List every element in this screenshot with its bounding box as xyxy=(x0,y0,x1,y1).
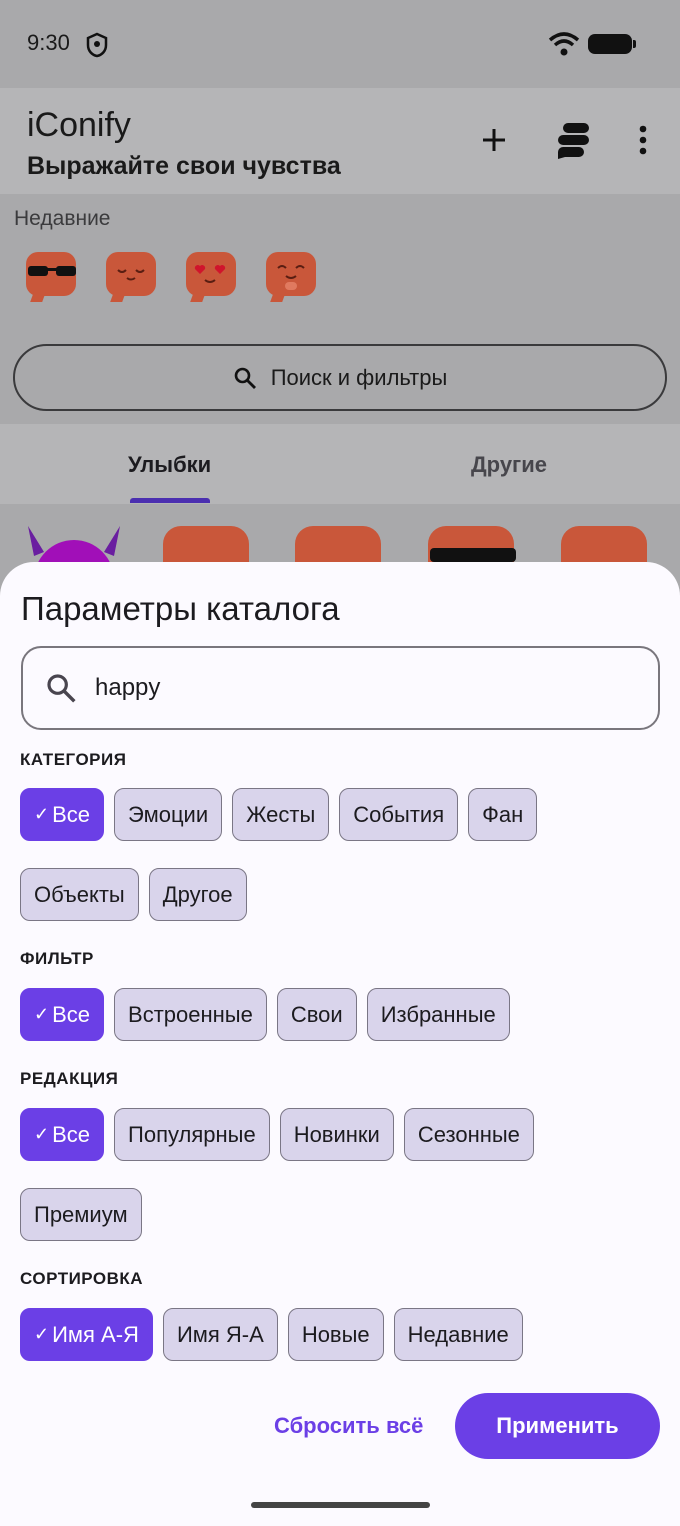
catalog-settings-sheet: Параметры каталога КАТЕГОРИЯ✓ВсеЭмоцииЖе… xyxy=(0,562,680,1526)
section-label-edition: РЕДАКЦИЯ xyxy=(20,1069,119,1088)
search-input[interactable] xyxy=(95,674,615,702)
recent-label: Недавние xyxy=(14,207,111,230)
sunglasses-icon xyxy=(28,266,76,276)
chip-row-filter: ✓ Все Встроенные Свои Избранные xyxy=(20,988,510,1041)
check-icon: ✓ xyxy=(34,1004,50,1024)
chip-category[interactable]: Эмоции xyxy=(114,788,223,841)
chip-filter[interactable]: Избранные xyxy=(366,988,510,1041)
tab-indicator xyxy=(130,498,210,503)
chip-label: Недавние xyxy=(407,1321,509,1347)
recent-emoji-heart-eyes[interactable] xyxy=(182,248,240,306)
tab-smiles[interactable]: Улыбки xyxy=(128,452,211,478)
chip-label: Имя Я-А xyxy=(176,1321,264,1347)
chip-label: Все xyxy=(52,1121,91,1147)
chip-edition[interactable]: Сезонные xyxy=(403,1108,534,1161)
chip-category-selected[interactable]: ✓ Все xyxy=(20,788,105,841)
sheet-title: Параметры каталога xyxy=(21,590,340,627)
chip-label: Эмоции xyxy=(128,801,209,827)
search-filters-label: Поиск и фильтры xyxy=(270,364,448,390)
chip-label: Избранные xyxy=(380,1001,496,1027)
add-button[interactable] xyxy=(472,118,516,162)
chip-sort[interactable]: Имя Я-А xyxy=(162,1308,278,1361)
sheet-search-field[interactable] xyxy=(21,646,660,730)
chip-sort[interactable]: Новые xyxy=(287,1308,384,1361)
chip-category[interactable]: Другое xyxy=(148,868,247,921)
chip-filter[interactable]: Свои xyxy=(276,988,357,1041)
stack-icon xyxy=(558,123,589,159)
chip-label: Премиум xyxy=(34,1201,128,1227)
app-subtitle: Выражайте свои чувства xyxy=(27,152,341,180)
chip-sort[interactable]: Недавние xyxy=(393,1308,523,1361)
chip-label: Объекты xyxy=(34,881,125,907)
chip-edition-selected[interactable]: ✓ Все xyxy=(20,1108,105,1161)
more-vert-icon xyxy=(639,125,647,155)
section-label-category: КАТЕГОРИЯ xyxy=(20,750,127,769)
chip-label: Новинки xyxy=(293,1121,380,1147)
chip-filter[interactable]: Встроенные xyxy=(114,988,267,1041)
chip-category[interactable]: События xyxy=(339,788,459,841)
search-filters-button[interactable]: Поиск и фильтры xyxy=(13,344,667,411)
chip-row-edition: ✓ Все Популярные Новинки Сезонные xyxy=(20,1108,534,1161)
status-bar: 9:30 xyxy=(0,0,680,88)
chip-category[interactable]: Объекты xyxy=(20,868,139,921)
chip-edition[interactable]: Новинки xyxy=(279,1108,394,1161)
recent-emoji-sunglasses[interactable] xyxy=(22,248,80,306)
app-title: iConify xyxy=(27,106,131,144)
chip-category[interactable]: Жесты xyxy=(232,788,330,841)
chip-label: Сезонные xyxy=(417,1121,520,1147)
check-icon: ✓ xyxy=(34,1324,50,1344)
chip-label: События xyxy=(353,801,445,827)
home-indicator xyxy=(251,1502,430,1508)
pleading-face-icon xyxy=(277,265,305,290)
recent-emoji-pleading[interactable] xyxy=(262,248,320,306)
chip-edition[interactable]: Популярные xyxy=(114,1108,270,1161)
chip-label: Популярные xyxy=(128,1121,256,1147)
app-bar: iConify Выражайте свои чувства xyxy=(0,88,680,194)
tab-bar: Улыбки Другие xyxy=(0,424,680,504)
chip-label: Имя А-Я xyxy=(52,1321,139,1347)
status-time: 9:30 xyxy=(27,30,70,55)
recent-emoji-calm[interactable] xyxy=(102,248,160,306)
calm-face-icon xyxy=(117,269,145,281)
chip-filter-selected[interactable]: ✓ Все xyxy=(20,988,105,1041)
battery-icon xyxy=(588,34,636,54)
chip-row-edition: Премиум xyxy=(20,1188,142,1241)
search-icon xyxy=(234,367,256,389)
check-icon: ✓ xyxy=(34,1124,50,1144)
chip-edition[interactable]: Премиум xyxy=(20,1188,142,1241)
chip-label: Фан xyxy=(482,801,524,827)
chip-label: Жесты xyxy=(246,801,316,827)
chip-sort-selected[interactable]: ✓ Имя А-Я xyxy=(20,1308,153,1361)
stack-button[interactable] xyxy=(551,118,595,162)
check-icon: ✓ xyxy=(34,804,50,824)
chip-label: Другое xyxy=(162,881,233,907)
add-icon xyxy=(483,129,505,151)
chip-label: Новые xyxy=(301,1321,370,1347)
chip-label: Все xyxy=(52,1001,91,1027)
section-label-filter: ФИЛЬТР xyxy=(20,949,94,968)
more-button[interactable] xyxy=(621,118,665,162)
recent-emoji-row xyxy=(22,248,320,306)
shield-icon xyxy=(86,32,108,58)
chip-row-category: Объекты Другое xyxy=(20,868,247,921)
search-icon xyxy=(47,674,76,703)
wifi-icon xyxy=(548,32,580,56)
chip-label: Встроенные xyxy=(128,1001,253,1027)
chip-label: Свои xyxy=(290,1001,343,1027)
apply-button[interactable]: Применить xyxy=(455,1393,660,1459)
heart-eyes-icon xyxy=(194,265,226,283)
section-label-sort: СОРТИРОВКА xyxy=(20,1269,144,1288)
tab-other[interactable]: Другие xyxy=(471,452,547,478)
reset-all-button[interactable]: Сбросить всё xyxy=(258,1394,439,1458)
chip-row-sort: ✓ Имя А-Я Имя Я-А Новые Недавние xyxy=(20,1308,523,1361)
chip-category[interactable]: Фан xyxy=(468,788,538,841)
chip-label: Все xyxy=(52,801,91,827)
chip-row-category: ✓ Все Эмоции Жесты События Фан xyxy=(20,788,538,841)
